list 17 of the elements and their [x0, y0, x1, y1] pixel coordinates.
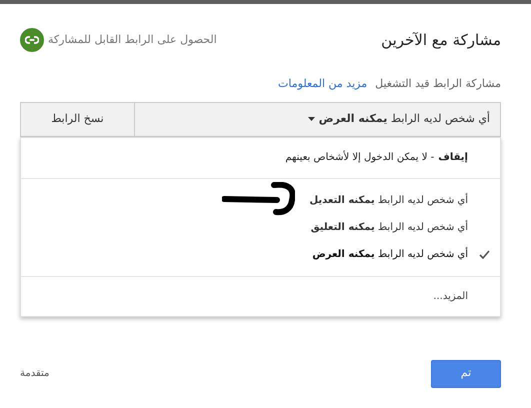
learn-more-link[interactable]: مزيد من المعلومات [278, 76, 368, 92]
link-status-text: مشاركة الرابط قيد التشغيل [375, 76, 501, 92]
more-item[interactable]: المزيد... [433, 288, 468, 304]
dialog-title: مشاركة مع الآخرين [381, 30, 501, 51]
advanced-link[interactable]: متقدمة [20, 366, 50, 381]
access-option[interactable]: أي شخص لديه الرابط يمكنه التعديل [21, 186, 500, 214]
access-option[interactable]: أي شخص لديه الرابط يمكنه العرض [21, 240, 500, 268]
access-dropdown[interactable]: أي شخص لديه الرابط يمكنه العرض [135, 102, 500, 136]
link-button[interactable] [20, 28, 44, 52]
get-link-label[interactable]: الحصول على الرابط القابل للمشاركة [48, 32, 217, 48]
copy-link-button[interactable]: نسخ الرابط [21, 102, 135, 136]
checkmark-icon [478, 250, 490, 258]
stop-sharing-item[interactable]: إيقاف - لا يمكن الدخول إلا لأشخاص بعينهم [21, 138, 500, 178]
done-button[interactable]: تم [431, 360, 501, 388]
link-icon [25, 36, 39, 44]
dropdown-caret-icon [308, 117, 315, 121]
access-option[interactable]: أي شخص لديه الرابط يمكنه التعليق [21, 214, 500, 240]
